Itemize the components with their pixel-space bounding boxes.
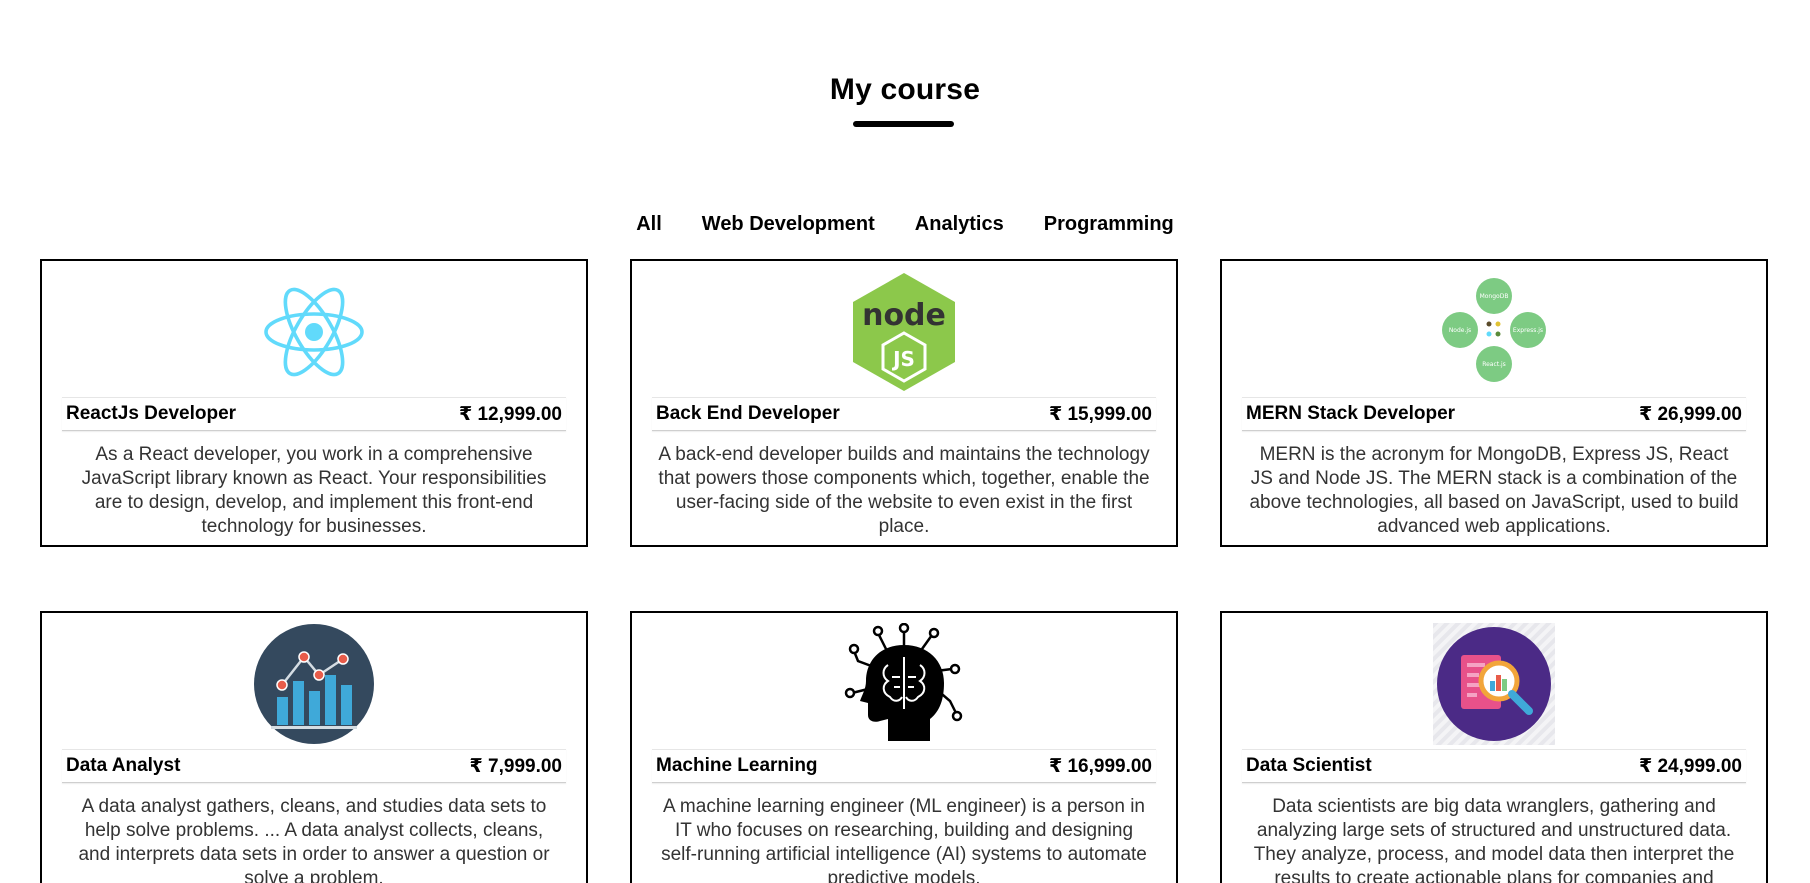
nodejs-logo-icon: node JS (853, 273, 955, 391)
course-name: Machine Learning (656, 755, 818, 776)
ai-brain-head-icon (844, 623, 963, 741)
svg-text:node: node (862, 298, 946, 333)
course-name: Back End Developer (656, 403, 840, 424)
data-scientist-magnifier-icon (1433, 623, 1555, 745)
page: My course All Web Development Analytics … (0, 0, 1810, 883)
mern-label-express: Express.js (1513, 327, 1543, 334)
react-logo-icon (264, 287, 364, 377)
svg-text:JS: JS (891, 347, 915, 371)
category-filters: All Web Development Analytics Programmin… (0, 211, 1810, 237)
course-description: MERN is the acronym for MongoDB, Express… (1249, 444, 1739, 537)
course-logo (42, 623, 586, 745)
filter-analytics[interactable]: Analytics (895, 211, 1024, 237)
course-name: Data Analyst (66, 755, 181, 776)
course-card-data-scientist[interactable]: Data Scientist ₹ 24,999.00 Data scientis… (1220, 611, 1768, 883)
course-logo (1222, 623, 1766, 745)
course-header: ReactJs Developer ₹ 12,999.00 (62, 397, 566, 431)
course-description: Data scientists are big data wranglers, … (1253, 796, 1735, 883)
course-logo: MongoDB Node.js Express.js React.js (1222, 271, 1766, 393)
course-price: ₹ 7,999.00 (469, 755, 562, 777)
mern-label-react: React.js (1482, 361, 1506, 368)
title-underline (853, 121, 954, 127)
filter-programming[interactable]: Programming (1024, 211, 1194, 237)
course-price: ₹ 15,999.00 (1048, 403, 1152, 425)
filter-web-development[interactable]: Web Development (682, 211, 895, 237)
course-card-data-analyst[interactable]: Data Analyst ₹ 7,999.00 A data analyst g… (40, 611, 588, 883)
course-header: Data Scientist ₹ 24,999.00 (1242, 749, 1746, 783)
course-description: A machine learning engineer (ML engineer… (661, 796, 1147, 883)
course-description: A back-end developer builds and maintain… (658, 444, 1150, 537)
course-card-mern[interactable]: MongoDB Node.js Express.js React.js MERN… (1220, 259, 1768, 547)
filter-all[interactable]: All (616, 211, 682, 237)
mern-label-node: Node.js (1449, 327, 1471, 334)
course-name: ReactJs Developer (66, 403, 237, 424)
course-header: Data Analyst ₹ 7,999.00 (62, 749, 566, 783)
course-card-reactjs[interactable]: ReactJs Developer ₹ 12,999.00 As a React… (40, 259, 588, 547)
course-description: As a React developer, you work in a comp… (81, 444, 547, 537)
course-header: MERN Stack Developer ₹ 26,999.00 (1242, 397, 1746, 431)
data-analyst-chart-icon (254, 624, 374, 744)
course-logo (632, 623, 1176, 745)
course-header: Machine Learning ₹ 16,999.00 (652, 749, 1156, 783)
course-logo: node JS (632, 271, 1176, 393)
course-price: ₹ 26,999.00 (1638, 403, 1742, 425)
course-price: ₹ 16,999.00 (1048, 755, 1152, 777)
course-price: ₹ 12,999.00 (458, 403, 562, 425)
course-description: A data analyst gathers, cleans, and stud… (78, 796, 550, 883)
course-logo (42, 271, 586, 393)
course-header: Back End Developer ₹ 15,999.00 (652, 397, 1156, 431)
course-price: ₹ 24,999.00 (1638, 755, 1742, 777)
course-card-machine-learning[interactable]: Machine Learning ₹ 16,999.00 A machine l… (630, 611, 1178, 883)
mern-label-mongodb: MongoDB (1480, 293, 1509, 300)
page-title: My course (829, 73, 981, 106)
course-name: Data Scientist (1246, 755, 1372, 776)
mern-stack-icon: MongoDB Node.js Express.js React.js (1442, 278, 1546, 382)
course-card-backend[interactable]: node JS Back End Developer ₹ 15,999.00 A… (630, 259, 1178, 547)
course-name: MERN Stack Developer (1246, 403, 1456, 424)
